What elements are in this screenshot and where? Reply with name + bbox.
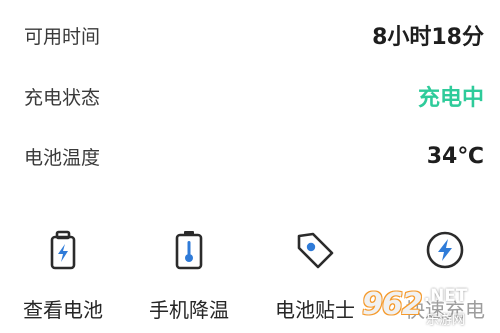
phone-cooling-label: 手机降温	[149, 298, 229, 322]
battery-tips-button[interactable]: 电池贴士	[252, 228, 378, 323]
available-time-row: 可用时间 8小时18分	[24, 15, 484, 55]
charging-status-label: 充电状态	[24, 86, 101, 109]
battery-temperature-value: 34℃	[426, 143, 484, 169]
battery-charging-icon	[41, 228, 85, 276]
phone-cooling-button[interactable]: 手机降温	[126, 228, 252, 323]
view-battery-label: 查看电池	[23, 298, 103, 322]
charging-status-row: 充电状态 充电中	[24, 76, 484, 116]
lightning-circle-icon	[423, 228, 467, 276]
battery-temperature-label: 电池温度	[24, 146, 101, 169]
available-time-label: 可用时间	[24, 25, 101, 48]
thermometer-battery-icon	[167, 228, 211, 276]
charging-status-value: 充电中	[417, 86, 484, 111]
view-battery-button[interactable]: 查看电池	[0, 228, 126, 323]
tool-bar: 查看电池 手机降温 电池贴士 快速充电	[0, 228, 500, 333]
fast-charge-button[interactable]: 快速充电	[382, 228, 500, 323]
fast-charge-label: 快速充电	[405, 298, 485, 322]
tag-icon	[293, 228, 337, 276]
battery-temperature-row: 电池温度 34℃	[24, 136, 484, 176]
battery-tips-label: 电池贴士	[275, 298, 355, 322]
available-time-value: 8小时18分	[372, 25, 484, 50]
